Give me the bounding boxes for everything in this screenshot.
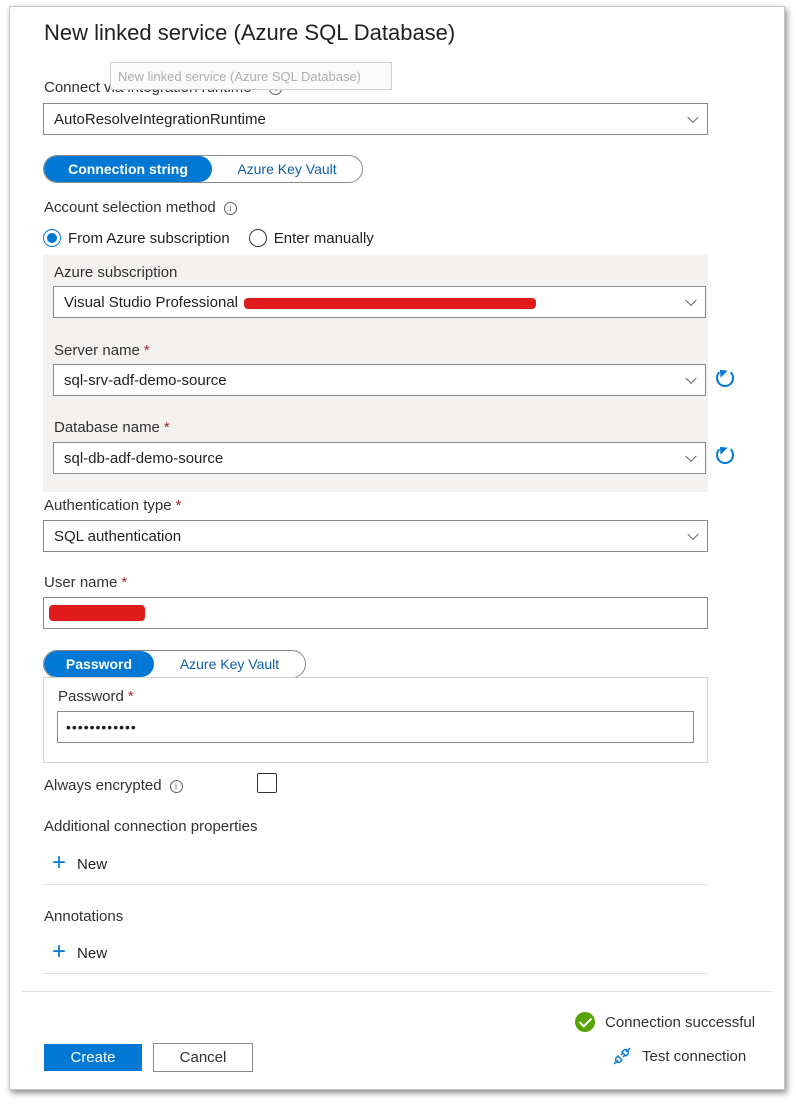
test-connection-button[interactable]: Test connection (612, 1046, 746, 1066)
required-marker: * (121, 574, 128, 591)
cancel-button[interactable]: Cancel (153, 1043, 253, 1072)
password-label-text: Password (58, 688, 124, 705)
chevron-down-icon (687, 528, 699, 541)
required-marker: * (175, 497, 182, 514)
add-annotation-button[interactable]: + New (52, 937, 108, 965)
chevron-down-icon (685, 450, 697, 463)
subscription-value: Visual Studio Professional (64, 293, 238, 311)
connection-status-text: Connection successful (605, 1013, 756, 1031)
password-label: Password * (58, 688, 134, 705)
password-toggle: Password Azure Key Vault (43, 650, 306, 678)
subscription-label: Azure subscription (54, 264, 178, 281)
database-label-text: Database name (54, 419, 160, 436)
password-input[interactable]: •••••••••••• (57, 711, 694, 743)
required-marker: * (127, 688, 134, 705)
always-encrypted-label-text: Always encrypted (44, 777, 162, 794)
create-button[interactable]: Create (44, 1044, 142, 1071)
server-label: Server name * (54, 342, 150, 359)
database-label: Database name * (54, 419, 170, 436)
runtime-value: AutoResolveIntegrationRuntime (54, 110, 266, 128)
chevron-down-icon (687, 111, 699, 124)
divider (43, 884, 708, 885)
redaction-mark (244, 298, 536, 309)
add-property-label: New (77, 856, 108, 873)
tab-azure-key-vault[interactable]: Azure Key Vault (212, 156, 362, 182)
radio-enter-manually[interactable] (248, 229, 267, 247)
required-marker: * (143, 342, 150, 359)
chevron-down-icon (685, 294, 697, 307)
radio-group: From Azure subscription Enter manually (43, 229, 374, 247)
always-encrypted-label: Always encrypted i (44, 777, 183, 794)
connection-status: Connection successful (575, 1012, 755, 1032)
footer-divider (22, 991, 772, 992)
plus-icon: + (52, 848, 67, 876)
info-icon[interactable]: i (169, 779, 183, 793)
auth-value: SQL authentication (54, 527, 182, 545)
database-select[interactable]: sql-db-adf-demo-source (53, 442, 706, 474)
test-connection-label: Test connection (642, 1047, 747, 1065)
required-marker: * (163, 419, 170, 436)
server-select[interactable]: sql-srv-adf-demo-source (53, 364, 706, 396)
username-label-text: User name (44, 574, 118, 591)
auth-select[interactable]: SQL authentication (43, 520, 708, 552)
checkmark-circle-icon (575, 1012, 595, 1032)
server-value: sql-srv-adf-demo-source (64, 371, 227, 389)
server-label-text: Server name (54, 342, 140, 359)
chevron-down-icon (685, 372, 697, 385)
tab-password[interactable]: Password (44, 651, 154, 677)
account-selection-label: Account selection method i (44, 199, 237, 216)
always-encrypted-checkbox[interactable] (257, 773, 277, 793)
redaction-mark (49, 605, 145, 621)
refresh-icon[interactable] (716, 446, 738, 468)
add-annotation-label: New (77, 945, 108, 962)
plug-icon (613, 1047, 631, 1065)
auth-label-text: Authentication type (44, 497, 172, 514)
username-input[interactable] (43, 597, 708, 629)
database-value: sql-db-adf-demo-source (64, 449, 224, 467)
account-selection-label-text: Account selection method (44, 199, 216, 216)
dialog-title: New linked service (Azure SQL Database) (44, 20, 456, 45)
radio-label[interactable]: From Azure subscription (68, 230, 230, 247)
annotations-label: Annotations (44, 908, 124, 925)
connection-toggle: Connection string Azure Key Vault (43, 155, 363, 183)
auth-label: Authentication type * (44, 497, 181, 514)
additional-props-label: Additional connection properties (44, 818, 258, 835)
refresh-icon[interactable] (716, 369, 738, 391)
plus-icon: + (52, 937, 67, 965)
tab-connection-string[interactable]: Connection string (44, 156, 212, 182)
info-icon[interactable]: i (223, 201, 237, 215)
tooltip: New linked service (Azure SQL Database) (110, 62, 392, 90)
tab-password-key-vault[interactable]: Azure Key Vault (154, 651, 305, 677)
radio-label[interactable]: Enter manually (274, 230, 374, 247)
runtime-select[interactable]: AutoResolveIntegrationRuntime (43, 103, 708, 135)
add-property-button[interactable]: + New (52, 848, 108, 876)
subscription-select[interactable]: Visual Studio Professional (53, 286, 706, 318)
radio-from-subscription[interactable] (43, 229, 61, 247)
divider (43, 973, 708, 974)
username-label: User name * (44, 574, 127, 591)
